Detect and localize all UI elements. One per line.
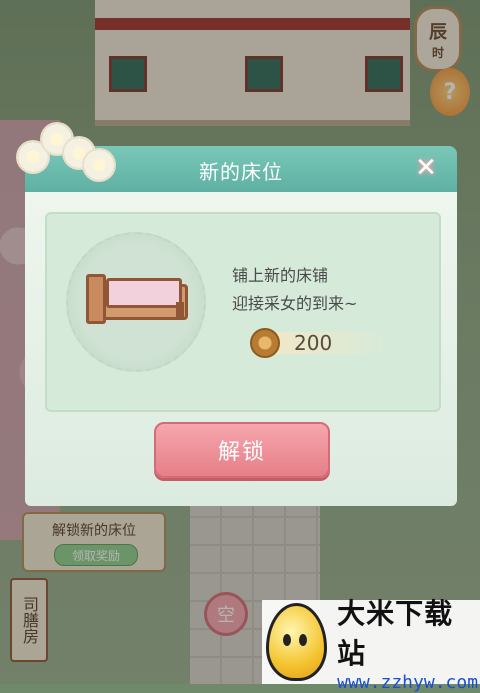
description-line-1: 铺上新的床铺: [232, 266, 329, 285]
reward-cost: 200: [250, 326, 400, 360]
description-line-2: 迎接采女的到来~: [232, 294, 358, 313]
coin-icon: [250, 328, 280, 358]
flower-decoration: [18, 124, 114, 180]
mascot-logo: [266, 603, 328, 681]
watermark-text: 大米下载站 www.zzhyw.com: [337, 592, 480, 693]
bed-foot: [176, 302, 184, 318]
reward-amount: 200: [294, 331, 333, 355]
watermark-title: 大米下载站: [337, 596, 454, 670]
close-button[interactable]: ✕: [408, 152, 444, 184]
unlock-button[interactable]: 解锁: [154, 422, 330, 478]
watermark-url: www.zzhyw.com: [337, 671, 479, 693]
bed-mattress: [106, 278, 182, 308]
bed-headboard: [86, 274, 106, 324]
flower-icon: [84, 150, 114, 180]
bed-icon: [86, 274, 188, 324]
close-icon: ✕: [415, 153, 437, 183]
site-watermark: 大米下载站 www.zzhyw.com: [262, 597, 480, 693]
